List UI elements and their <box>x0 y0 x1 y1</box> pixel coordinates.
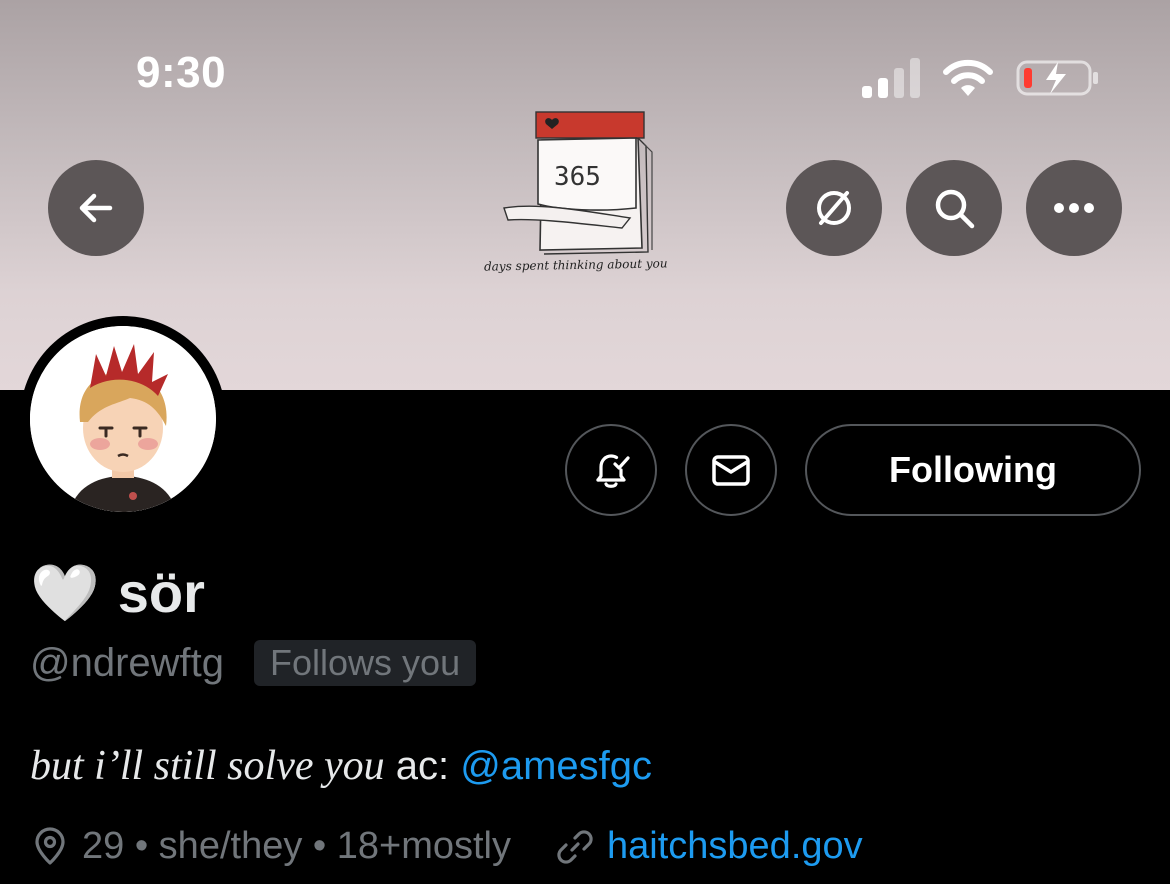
notifications-button[interactable] <box>565 424 657 516</box>
avatar[interactable] <box>20 316 226 522</box>
heart-emoji: 🤍 <box>30 560 100 624</box>
bio: but i’ll still solve you ac: @amesfgc <box>30 742 652 790</box>
bio-italic-text: but i’ll still solve you <box>30 743 385 789</box>
avatar-image <box>30 326 216 512</box>
message-button[interactable] <box>685 424 777 516</box>
status-icons <box>862 56 1100 100</box>
profile-meta: 29 • she/they • 18+mostly haitchsbed.gov <box>30 825 863 868</box>
link-icon <box>557 829 593 864</box>
hide-icon <box>817 191 851 225</box>
website-link[interactable]: haitchsbed.gov <box>607 825 863 868</box>
hide-button[interactable] <box>786 160 882 256</box>
handle: @ndrewftg <box>30 640 225 685</box>
more-button[interactable] <box>1026 160 1122 256</box>
envelope-icon <box>712 455 750 486</box>
location-pin-icon <box>35 826 65 865</box>
bell-check-icon <box>596 454 630 488</box>
location-text: 29 • she/they • 18+mostly <box>82 825 512 867</box>
wifi-icon <box>943 59 993 96</box>
display-name: sör <box>117 561 205 624</box>
name-row: 🤍 sör <box>30 560 205 625</box>
search-button[interactable] <box>906 160 1002 256</box>
calendar-number: 365 <box>554 162 601 192</box>
handle-row: @ndrewftg Follows you <box>30 640 477 686</box>
status-time: 9:30 <box>136 48 227 97</box>
back-button[interactable] <box>48 160 144 256</box>
follows-you-badge: Follows you <box>254 640 477 686</box>
battery-charging-icon <box>1016 60 1098 96</box>
search-icon <box>935 189 975 229</box>
following-button[interactable]: Following <box>805 424 1141 516</box>
more-icon <box>1054 203 1094 213</box>
bio-mention-link[interactable]: @amesfgc <box>460 744 652 788</box>
cellular-signal-icon <box>862 58 920 98</box>
arrow-left-icon <box>79 193 113 223</box>
bio-text: ac: <box>384 744 461 788</box>
